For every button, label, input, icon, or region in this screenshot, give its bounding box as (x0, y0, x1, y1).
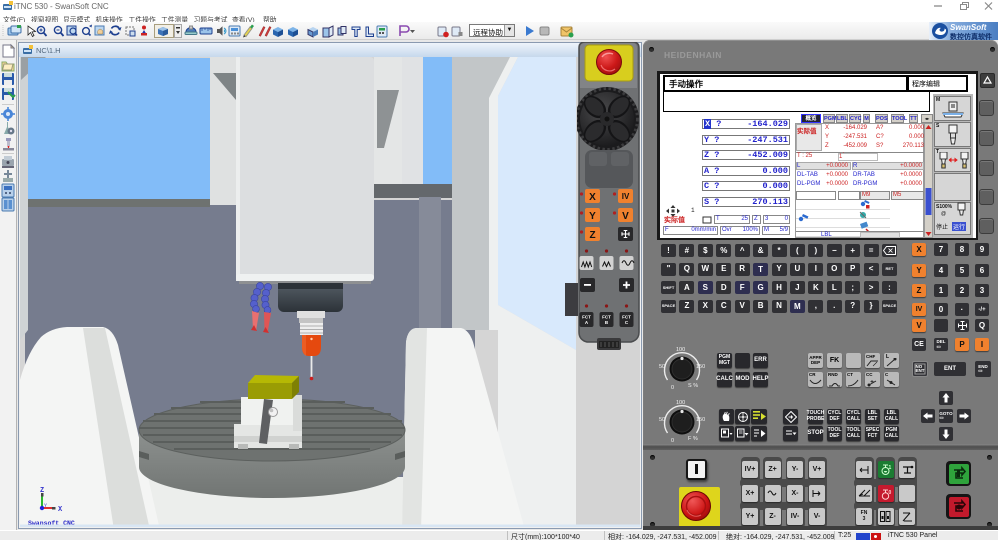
svg-text:150: 150 (696, 364, 705, 370)
svg-text:50: 50 (659, 364, 665, 370)
svg-text:NC\1.H: NC\1.H (36, 46, 61, 55)
svg-text:150: 150 (696, 417, 705, 423)
svg-text:0: 0 (671, 438, 674, 443)
svg-text:FCT: FCT (622, 315, 631, 320)
svg-text:FCT: FCT (582, 315, 591, 320)
svg-text:X: X (589, 192, 596, 203)
svg-text:100: 100 (676, 400, 685, 406)
svg-text:V: V (622, 211, 629, 222)
svg-text:FCT: FCT (602, 315, 611, 320)
svg-text:Z: Z (589, 230, 595, 241)
svg-text:Z: Z (40, 487, 44, 495)
svg-text:0: 0 (889, 490, 892, 496)
svg-text:50: 50 (659, 417, 665, 423)
svg-text:1: 1 (889, 465, 892, 471)
svg-text:Y: Y (44, 503, 47, 509)
svg-text:F %: F % (688, 436, 698, 442)
svg-text:Y: Y (589, 211, 596, 222)
svg-text:100: 100 (676, 347, 685, 353)
svg-text:0: 0 (671, 385, 674, 390)
svg-text:S %: S % (688, 383, 698, 389)
svg-text:IV: IV (622, 192, 630, 201)
